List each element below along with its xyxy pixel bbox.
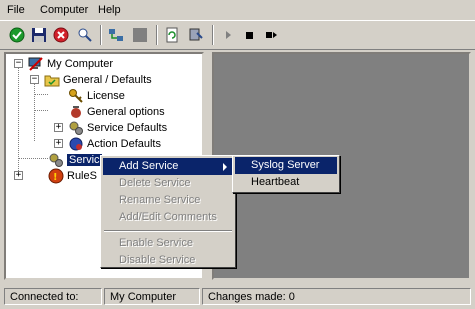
tree-node-label: Service Defaults: [87, 122, 168, 134]
tree-node-label: General / Defaults: [63, 74, 152, 86]
collapse-general-toggle[interactable]: −: [30, 75, 39, 84]
tree-node-general-options[interactable]: General options: [68, 104, 165, 120]
toolbar-separator: [100, 25, 102, 45]
tree-line: [34, 83, 35, 141]
status-bar: Connected to: My Computer Changes made: …: [0, 285, 475, 309]
network-button[interactable]: [106, 25, 126, 45]
play-button[interactable]: [218, 25, 238, 45]
menu-divider: [104, 230, 232, 232]
save-button[interactable]: [29, 25, 49, 45]
menu-computer[interactable]: Computer: [40, 4, 88, 16]
toolbar-separator: [156, 25, 158, 45]
settings-icon: [78, 28, 92, 42]
save-icon: [32, 28, 46, 42]
tree-node-label: My Computer: [47, 58, 114, 70]
refresh-icon: [166, 27, 178, 43]
tree-node-label: General options: [87, 106, 165, 118]
menu-bar: File Computer Help: [0, 0, 475, 20]
tree-node-license[interactable]: License: [68, 88, 125, 104]
play-icon: [226, 31, 231, 39]
add-service-submenu: Syslog Server Heartbeat: [232, 155, 340, 193]
menu-item-enable-service[interactable]: Enable Service: [103, 235, 233, 252]
options-icon: [68, 104, 84, 120]
install-icon: [189, 28, 203, 41]
stop-square-icon: [133, 28, 147, 42]
context-menu: Add Service Delete Service Rename Servic…: [100, 155, 236, 268]
settings-button[interactable]: [75, 25, 95, 45]
disabled-square-button[interactable]: [130, 25, 150, 45]
cancel-button[interactable]: [51, 25, 71, 45]
tree-node-label: RuleS: [67, 170, 97, 182]
expand-rulesets-toggle[interactable]: +: [14, 171, 23, 180]
menu-item-label: Add Service: [119, 160, 179, 172]
tree-node-service-defaults[interactable]: Service Defaults: [68, 120, 167, 136]
cancel-icon: [53, 27, 69, 43]
svg-text:!: !: [53, 172, 58, 183]
tree-node-general-defaults[interactable]: General / Defaults: [44, 72, 152, 88]
toolbar: [0, 20, 475, 50]
step-button[interactable]: [261, 25, 281, 45]
collapse-root-toggle[interactable]: −: [14, 59, 23, 68]
ruleset-icon: !: [48, 168, 64, 184]
submenu-item-syslog-server[interactable]: Syslog Server: [235, 157, 337, 174]
menu-file[interactable]: File: [7, 4, 25, 16]
tree-node-label: Action Defaults: [87, 138, 161, 150]
network-icon: [109, 29, 123, 41]
tree-node-services[interactable]: Servic: [48, 152, 102, 168]
gears-icon: [68, 120, 84, 136]
tree-node-label: License: [87, 90, 125, 102]
computer-icon: [28, 56, 44, 72]
submenu-arrow-icon: [223, 163, 227, 171]
status-computer: My Computer: [104, 288, 200, 305]
tree-node-my-computer[interactable]: My Computer: [28, 56, 113, 72]
menu-item-add-service[interactable]: Add Service: [103, 158, 233, 175]
gears-icon: [48, 152, 64, 168]
toolbar-separator: [212, 25, 214, 45]
menu-help[interactable]: Help: [98, 4, 121, 16]
key-icon: [68, 88, 84, 104]
menu-item-delete-service[interactable]: Delete Service: [103, 175, 233, 192]
tree-line: [18, 158, 48, 159]
menu-item-disable-service[interactable]: Disable Service: [103, 252, 233, 269]
tree-line: [34, 94, 48, 95]
tree-line: [34, 110, 48, 111]
install-button[interactable]: [186, 25, 206, 45]
apply-button[interactable]: [7, 25, 27, 45]
tree-node-label: Servic: [67, 154, 102, 166]
expand-service-defaults-toggle[interactable]: +: [54, 123, 63, 132]
tree-node-rulesets[interactable]: ! RuleS: [48, 168, 97, 184]
folder-icon: [44, 72, 60, 88]
submenu-item-heartbeat[interactable]: Heartbeat: [235, 174, 337, 191]
stop-icon: [246, 32, 253, 39]
menu-item-rename-service[interactable]: Rename Service: [103, 192, 233, 209]
stop-button[interactable]: [239, 25, 259, 45]
status-changes: Changes made: 0: [202, 288, 471, 305]
status-connected-label: Connected to:: [4, 288, 102, 305]
refresh-button[interactable]: [162, 25, 182, 45]
action-icon: [68, 136, 84, 152]
apply-icon: [9, 27, 25, 43]
menu-item-add-edit-comments[interactable]: Add/Edit Comments: [103, 209, 233, 226]
step-icon: [266, 32, 277, 38]
expand-action-defaults-toggle[interactable]: +: [54, 139, 63, 148]
tree-node-action-defaults[interactable]: Action Defaults: [68, 136, 161, 152]
